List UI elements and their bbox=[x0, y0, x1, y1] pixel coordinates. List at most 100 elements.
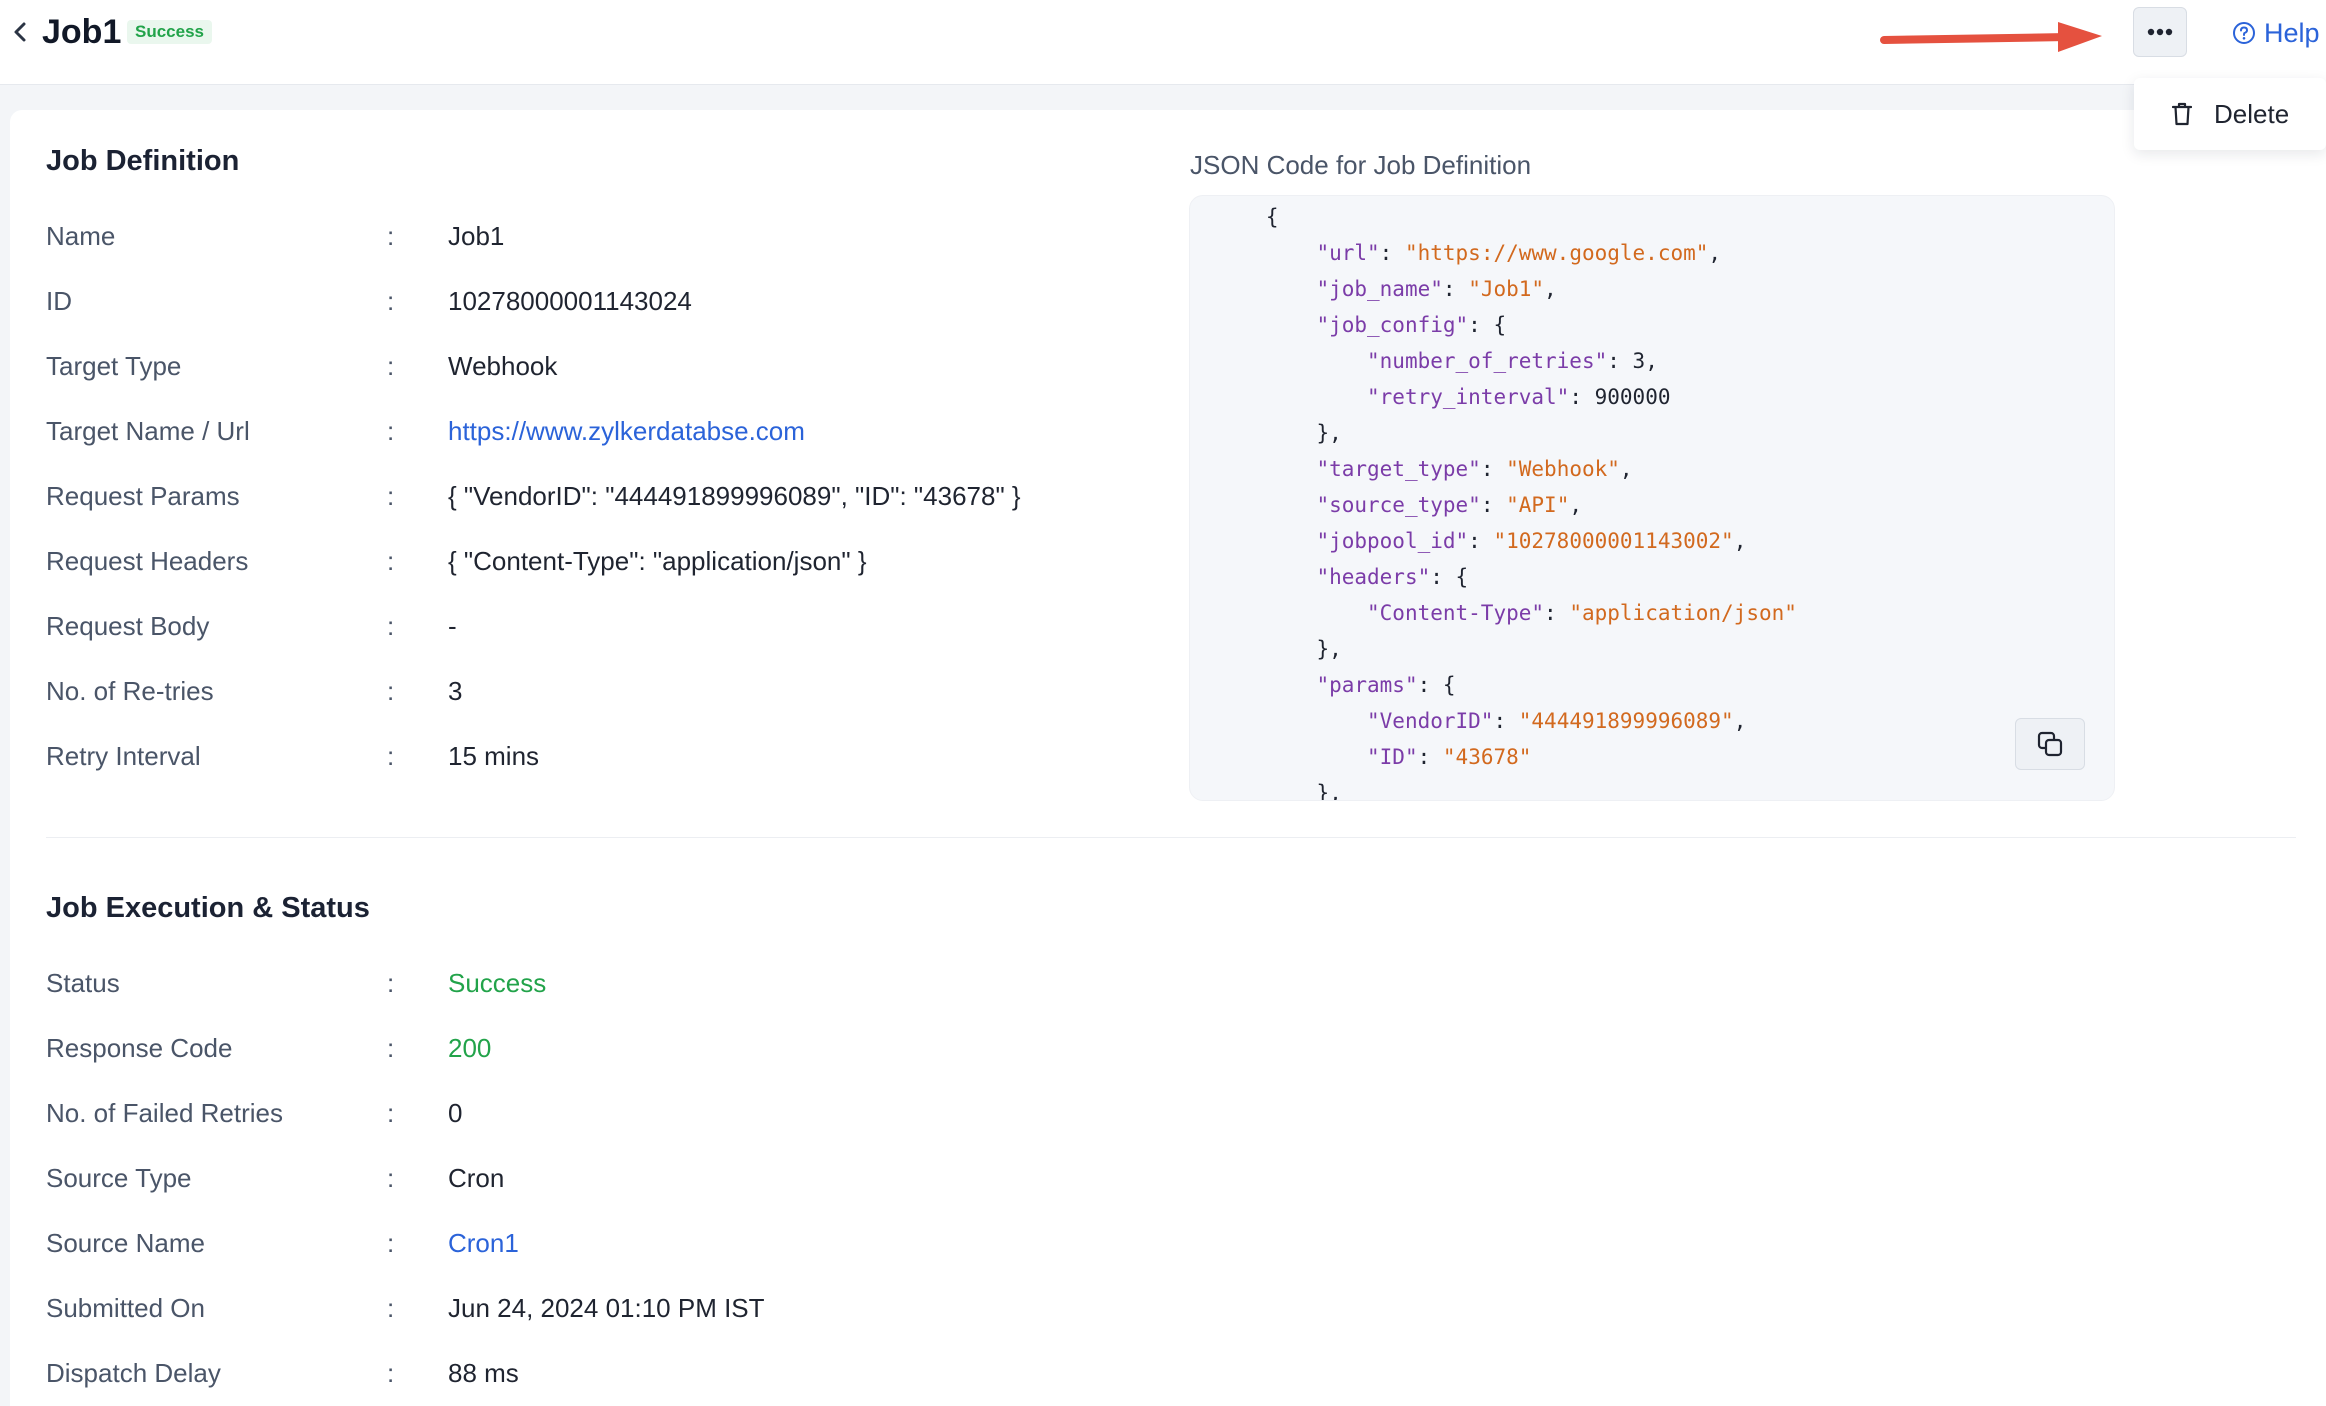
execution-row-source-type: Source Type : Cron bbox=[46, 1158, 1146, 1198]
row-key: Request Body bbox=[46, 611, 210, 641]
row-separator: : bbox=[387, 741, 395, 771]
section-divider bbox=[46, 837, 2296, 838]
row-value: 0 bbox=[448, 1098, 463, 1128]
help-label: Help bbox=[2264, 17, 2320, 48]
row-separator: : bbox=[387, 1293, 395, 1323]
row-key: Source Name bbox=[46, 1228, 205, 1258]
job-definition-title: Job Definition bbox=[46, 145, 240, 177]
row-separator: : bbox=[387, 546, 395, 576]
code-line: }, bbox=[1316, 781, 1342, 801]
execution-row-response-code: Response Code : 200 bbox=[46, 1028, 1146, 1068]
json-code-lines: { "url": "https://www.google.com", "job_… bbox=[1190, 196, 2114, 801]
row-value: Cron bbox=[448, 1163, 505, 1193]
json-code-title: JSON Code for Job Definition bbox=[1190, 150, 1532, 180]
definition-row-target-url: Target Name / Url : https://www.zylkerda… bbox=[46, 411, 1146, 451]
source-name-link[interactable]: Cron1 bbox=[448, 1223, 519, 1263]
options-dropdown: Delete bbox=[2134, 78, 2326, 150]
status-value: Success bbox=[448, 968, 547, 998]
trash-icon bbox=[2172, 102, 2192, 126]
execution-row-source-name: Source Name : Cron1 bbox=[46, 1223, 1146, 1263]
job-execution-title: Job Execution & Status bbox=[46, 892, 370, 924]
code-line: "job_config": { bbox=[1316, 313, 1507, 337]
row-separator: : bbox=[387, 286, 395, 316]
execution-row-submitted-on: Submitted On : Jun 24, 2024 01:10 PM IST bbox=[46, 1288, 1146, 1328]
copy-button[interactable] bbox=[2015, 718, 2085, 770]
row-value: { "Content-Type": "application/json" } bbox=[448, 546, 867, 576]
row-key: Request Headers bbox=[46, 546, 249, 576]
execution-row-dispatch-delay: Dispatch Delay : 88 ms bbox=[46, 1353, 1146, 1393]
code-line: "VendorID": "444491899996089", bbox=[1367, 709, 1747, 733]
code-line: "ID": "43678" bbox=[1367, 745, 1532, 769]
row-separator: : bbox=[387, 416, 395, 446]
row-value: - bbox=[448, 611, 457, 641]
row-separator: : bbox=[387, 481, 395, 511]
response-code-value: 200 bbox=[448, 1033, 492, 1063]
code-line: }, bbox=[1316, 421, 1342, 445]
row-separator: : bbox=[387, 1033, 395, 1063]
row-value: Job1 bbox=[448, 221, 505, 251]
chevron-left-icon[interactable] bbox=[8, 18, 32, 46]
row-key: Target Name / Url bbox=[46, 416, 250, 446]
row-key: Source Type bbox=[46, 1163, 192, 1193]
status-badge: Success bbox=[127, 20, 212, 44]
row-separator: : bbox=[387, 1098, 395, 1128]
json-code-block[interactable]: { "url": "https://www.google.com", "job_… bbox=[1189, 195, 2115, 801]
page-title: Job1 bbox=[42, 13, 122, 51]
code-line: "target_type": "Webhook", bbox=[1316, 457, 1633, 481]
row-separator: : bbox=[387, 676, 395, 706]
row-key: Target Type bbox=[46, 351, 182, 381]
row-value: 3 bbox=[448, 676, 463, 706]
copy-icon bbox=[2037, 731, 2063, 757]
definition-row-id: ID : 10278000001143024 bbox=[46, 281, 1146, 321]
row-key: ID bbox=[46, 286, 72, 316]
row-value: Webhook bbox=[448, 351, 558, 381]
code-line: }, bbox=[1316, 637, 1342, 661]
row-separator: : bbox=[387, 611, 395, 641]
row-separator: : bbox=[387, 1358, 395, 1388]
row-key: Status bbox=[46, 968, 120, 998]
code-line: { bbox=[1265, 205, 1279, 229]
row-separator: : bbox=[387, 1228, 395, 1258]
definition-row-retries: No. of Re-tries : 3 bbox=[46, 671, 1146, 711]
page-header: Job1 Success Help bbox=[0, 0, 2326, 85]
definition-row-retry-interval: Retry Interval : 15 mins bbox=[46, 736, 1146, 776]
job-details-card: Job Definition Name : Job1 ID : 10278000… bbox=[10, 110, 2326, 1406]
target-url-link[interactable]: https://www.zylkerdatabse.com bbox=[448, 411, 805, 451]
row-key: Request Params bbox=[46, 481, 240, 511]
definition-row-target-type: Target Type : Webhook bbox=[46, 346, 1146, 386]
row-value: { "VendorID": "444491899996089", "ID": "… bbox=[448, 481, 1021, 511]
row-value: 15 mins bbox=[448, 741, 540, 771]
row-key: Submitted On bbox=[46, 1293, 205, 1323]
code-line: "retry_interval": 900000 bbox=[1367, 385, 1671, 409]
more-horizontal-icon bbox=[2147, 28, 2173, 36]
code-line: "headers": { bbox=[1316, 565, 1469, 589]
help-circle-icon bbox=[2233, 22, 2255, 44]
delete-menu-item[interactable]: Delete bbox=[2134, 78, 2326, 150]
row-value: Jun 24, 2024 01:10 PM IST bbox=[448, 1293, 765, 1323]
row-key: Name bbox=[46, 221, 116, 251]
definition-row-request-body: Request Body : - bbox=[46, 606, 1146, 646]
row-value: 88 ms bbox=[448, 1358, 519, 1388]
row-key: No. of Re-tries bbox=[46, 676, 214, 706]
row-key: Response Code bbox=[46, 1033, 233, 1063]
definition-row-request-headers: Request Headers : { "Content-Type": "app… bbox=[46, 541, 1146, 581]
row-key: Retry Interval bbox=[46, 741, 201, 771]
code-line: "jobpool_id": "10278000001143002", bbox=[1316, 529, 1747, 553]
execution-row-failed-retries: No. of Failed Retries : 0 bbox=[46, 1093, 1146, 1133]
execution-row-status: Status : Success bbox=[46, 963, 1146, 1003]
annotation-arrow-icon bbox=[1880, 22, 2102, 52]
code-line: "url": "https://www.google.com", bbox=[1316, 241, 1722, 265]
definition-row-name: Name : Job1 bbox=[46, 216, 1146, 256]
help-link[interactable]: Help bbox=[2232, 14, 2320, 52]
code-line: "params": { bbox=[1316, 673, 1456, 697]
more-options-button[interactable] bbox=[2133, 7, 2187, 57]
code-line: "source_type": "API", bbox=[1316, 493, 1582, 517]
row-value: 10278000001143024 bbox=[448, 286, 692, 316]
code-line: "Content-Type": "application/json" bbox=[1367, 601, 1797, 625]
code-line: "job_name": "Job1", bbox=[1316, 277, 1557, 301]
definition-row-request-params: Request Params : { "VendorID": "44449189… bbox=[46, 476, 1146, 516]
row-separator: : bbox=[387, 351, 395, 381]
row-separator: : bbox=[387, 1163, 395, 1193]
code-line: "number_of_retries": 3, bbox=[1367, 349, 1658, 373]
delete-label: Delete bbox=[2214, 98, 2290, 129]
